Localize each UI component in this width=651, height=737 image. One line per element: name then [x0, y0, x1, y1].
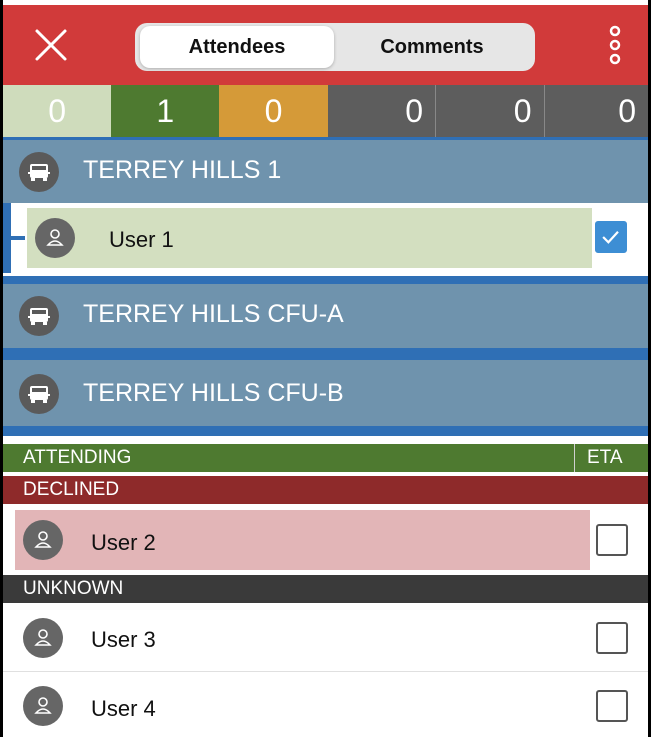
count-unset[interactable]: 0: [3, 85, 112, 137]
group-name: TERREY HILLS 1: [83, 156, 282, 184]
list-item[interactable]: User 2: [3, 504, 648, 574]
count-attending[interactable]: 1: [111, 85, 220, 137]
user-icon: [35, 218, 75, 258]
attendance-checkbox[interactable]: [596, 690, 628, 722]
tab-attendees[interactable]: Attendees: [140, 26, 334, 68]
check-icon: [602, 231, 619, 244]
fire-truck-icon: [19, 374, 59, 414]
list-item[interactable]: User 1: [3, 203, 648, 273]
count-other-2[interactable]: 0: [436, 85, 545, 137]
group-divider: [3, 426, 648, 436]
column-divider: [574, 444, 575, 472]
more-options-icon[interactable]: [603, 19, 627, 71]
top-bar: Attendees Comments: [3, 5, 648, 85]
attendance-checkbox[interactable]: [596, 622, 628, 654]
tree-connector: [3, 236, 25, 240]
fire-truck-icon: [19, 296, 59, 336]
group-row[interactable]: TERREY HILLS CFU-A: [3, 276, 648, 348]
spacer: [3, 436, 648, 444]
count-other-1[interactable]: 0: [327, 85, 437, 137]
list-item[interactable]: User 3: [3, 605, 648, 672]
section-title: DECLINED: [23, 479, 120, 500]
fire-truck-icon: [19, 152, 59, 192]
tab-comments[interactable]: Comments: [334, 26, 530, 68]
segmented-control: Attendees Comments: [135, 23, 535, 71]
section-attending: ATTENDING ETA: [3, 444, 648, 472]
section-title: UNKNOWN: [23, 578, 124, 599]
user-icon: [23, 686, 63, 726]
section-declined: DECLINED: [3, 476, 648, 504]
section-unknown: UNKNOWN: [3, 575, 648, 603]
attendance-checkbox[interactable]: [596, 524, 628, 556]
user-name: User 4: [91, 696, 156, 721]
count-pending[interactable]: 0: [219, 85, 328, 137]
group-name: TERREY HILLS CFU-B: [83, 379, 344, 407]
group-row[interactable]: TERREY HILLS CFU-B: [3, 348, 648, 426]
close-icon[interactable]: [25, 19, 77, 71]
eta-column-header: ETA: [587, 447, 623, 468]
group-name: TERREY HILLS CFU-A: [83, 300, 344, 328]
user-name: User 1: [109, 227, 174, 252]
list-item[interactable]: User 4: [3, 672, 648, 737]
group-row[interactable]: TERREY HILLS 1: [3, 137, 648, 203]
section-title: ATTENDING: [23, 447, 132, 468]
attendance-checkbox[interactable]: [595, 221, 627, 253]
counts-bar: 0 1 0 0 0 0: [3, 85, 648, 137]
user-name: User 3: [91, 627, 156, 652]
user-name: User 2: [91, 530, 156, 555]
count-other-3[interactable]: 0: [544, 85, 648, 137]
user-icon: [23, 618, 63, 658]
user-icon: [23, 520, 63, 560]
